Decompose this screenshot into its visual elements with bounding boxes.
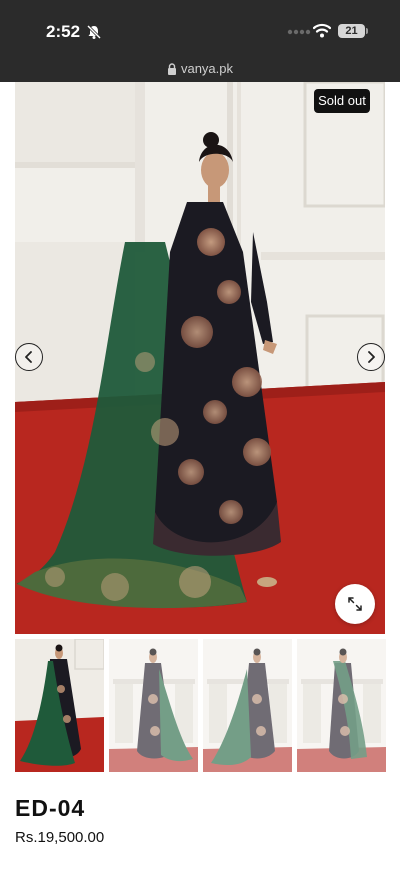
- expand-icon: [348, 597, 362, 611]
- chevron-left-icon: [25, 351, 32, 363]
- thumbnail-4[interactable]: [297, 639, 386, 772]
- wifi-icon: [313, 23, 331, 38]
- product-price: Rs.19,500.00: [15, 829, 105, 846]
- cellular-dots-icon: [287, 29, 311, 35]
- thumbnail-photo: [15, 639, 104, 772]
- thumbnail-1[interactable]: [15, 639, 104, 772]
- thumbnail-photo: [297, 639, 386, 772]
- bell-slash-icon: [86, 24, 102, 40]
- battery-icon: 21: [338, 24, 365, 38]
- thumbnail-photo: [109, 639, 198, 772]
- sold-out-badge: Sold out: [314, 89, 370, 113]
- url-text: vanya.pk: [180, 61, 234, 76]
- status-bar: 2:52 21: [0, 0, 400, 62]
- battery-tip: [366, 28, 368, 34]
- browser-url-bar[interactable]: vanya.pk: [0, 62, 400, 82]
- zoom-button[interactable]: [335, 584, 375, 624]
- previous-image-button[interactable]: [15, 343, 43, 371]
- thumbnail-strip: [15, 639, 386, 772]
- chevron-right-icon: [368, 351, 375, 363]
- thumbnail-2[interactable]: [109, 639, 198, 772]
- product-title: ED-04: [15, 795, 86, 821]
- product-main-image[interactable]: Sold out: [15, 82, 385, 634]
- thumbnail-photo: [203, 639, 292, 772]
- next-image-button[interactable]: [357, 343, 385, 371]
- thumbnail-3[interactable]: [203, 639, 292, 772]
- product-photo: [15, 82, 385, 634]
- lock-icon: [167, 63, 176, 75]
- status-time: 2:52: [46, 22, 81, 41]
